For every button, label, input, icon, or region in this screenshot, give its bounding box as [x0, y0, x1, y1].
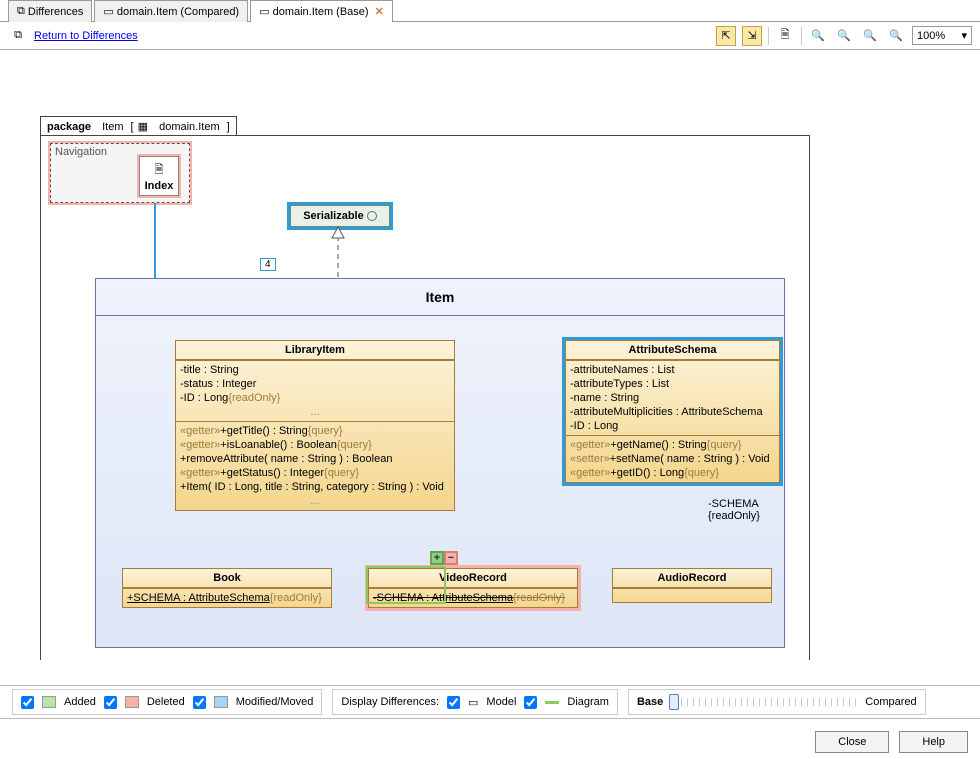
added-checkbox[interactable]	[21, 696, 34, 709]
slider-base-label: Base	[637, 696, 663, 708]
class-attributeschema[interactable]: AttributeSchema -attributeNames : List -…	[565, 340, 780, 483]
deleted-marker-icon: −	[444, 551, 458, 565]
diagram-checkbox[interactable]	[524, 696, 537, 709]
slider-thumb[interactable]	[669, 694, 679, 710]
zoom-in-icon[interactable]: 🔍	[808, 26, 828, 46]
attributes: -SCHEMA : AttributeSchema{readOnly}	[369, 588, 577, 607]
diagram-icon	[545, 701, 559, 704]
model-icon: ▭	[468, 696, 478, 709]
legend-display: Display Differences: ▭Model Diagram	[332, 689, 618, 715]
nav-toggle-1-icon[interactable]: ⇱	[716, 26, 736, 46]
diff-icon: ⧉	[17, 5, 25, 18]
diff-markers: + −	[430, 551, 458, 565]
tab-compared[interactable]: ▭ domain.Item (Compared)	[94, 0, 248, 22]
zoom-out-icon[interactable]: 🔍	[834, 26, 854, 46]
return-icon[interactable]: ⧉	[8, 26, 28, 46]
class-title: LibraryItem	[176, 341, 454, 360]
modified-swatch	[214, 696, 228, 708]
tab-base[interactable]: ▭ domain.Item (Base)✕	[250, 0, 393, 22]
dialog-buttons: Close Help	[815, 731, 968, 753]
legend-bar: Added Deleted Modified/Moved Display Dif…	[0, 685, 980, 719]
slider-compared-label: Compared	[865, 696, 916, 708]
version-slider[interactable]	[669, 698, 859, 706]
class-videorecord[interactable]: VideoRecord -SCHEMA : AttributeSchema{re…	[368, 568, 578, 608]
zoom-actual-icon[interactable]: 🔍	[886, 26, 906, 46]
class-libraryitem[interactable]: LibraryItem -title : String -status : In…	[175, 340, 455, 511]
diagram-icon: ▭	[259, 5, 269, 18]
assoc-end-label: -SCHEMA {readOnly}	[708, 498, 760, 522]
class-title: VideoRecord	[369, 569, 577, 588]
diagram-canvas[interactable]: package Item [▦ domain.Item ] Navigation…	[0, 50, 980, 660]
operations: «getter»+getTitle() : String{query} «get…	[176, 421, 454, 510]
deleted-swatch	[125, 696, 139, 708]
zoom-fit-icon[interactable]: 🔍	[860, 26, 880, 46]
editor-tabbar: ⧉ Differences ▭ domain.Item (Compared) ▭…	[0, 0, 980, 22]
legend-slider: Base Compared	[628, 689, 926, 715]
close-tab-icon[interactable]: ✕	[375, 5, 384, 18]
class-title: AttributeSchema	[566, 341, 779, 360]
nav-toggle-2-icon[interactable]: ⇲	[742, 26, 762, 46]
zoom-combo[interactable]: 100%▾	[912, 26, 972, 45]
toolbar: ⧉ Return to Differences ⇱ ⇲ 🗎 🔍 🔍 🔍 🔍 10…	[0, 22, 980, 50]
chevron-down-icon: ▾	[961, 29, 967, 42]
diagram-icon: ▭	[103, 5, 113, 18]
change-count-badge: 4	[260, 258, 276, 271]
attributes: -attributeNames : List -attributeTypes :…	[566, 360, 779, 435]
class-book[interactable]: Book +SCHEMA : AttributeSchema{readOnly}	[122, 568, 332, 608]
class-audiorecord[interactable]: AudioRecord	[612, 568, 772, 603]
legend-colors: Added Deleted Modified/Moved	[12, 689, 322, 715]
print-icon[interactable]: 🗎	[775, 26, 795, 46]
tab-differences[interactable]: ⧉ Differences	[8, 0, 92, 22]
operations: «getter»+getName() : String{query} «sett…	[566, 435, 779, 482]
modified-checkbox[interactable]	[193, 696, 206, 709]
class-title: Book	[123, 569, 331, 588]
added-marker-icon: +	[430, 551, 444, 565]
attributes	[613, 588, 771, 602]
item-frame-title: Item	[96, 279, 784, 316]
model-checkbox[interactable]	[447, 696, 460, 709]
deleted-checkbox[interactable]	[104, 696, 117, 709]
attributes: +SCHEMA : AttributeSchema{readOnly}	[123, 588, 331, 607]
attributes: -title : String -status : Integer -ID : …	[176, 360, 454, 421]
close-button[interactable]: Close	[815, 731, 889, 753]
class-title: AudioRecord	[613, 569, 771, 588]
added-swatch	[42, 696, 56, 708]
help-button[interactable]: Help	[899, 731, 968, 753]
return-link[interactable]: Return to Differences	[34, 30, 138, 42]
